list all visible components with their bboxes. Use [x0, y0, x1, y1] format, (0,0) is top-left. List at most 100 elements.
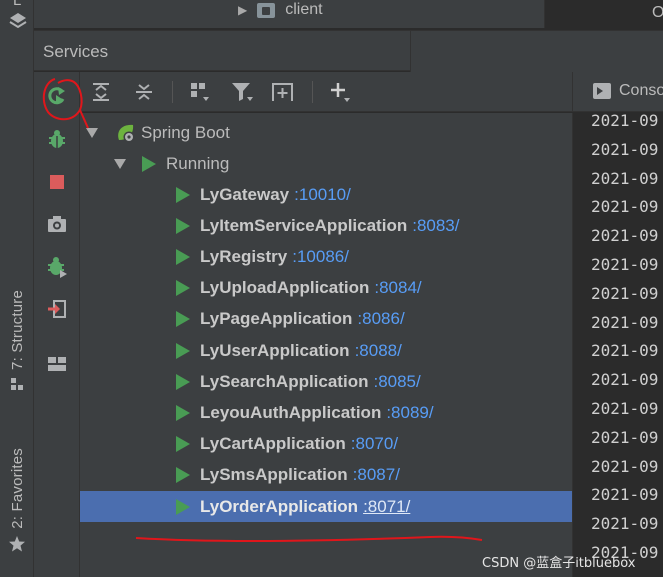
service-port-link[interactable]: :8087/	[353, 465, 400, 485]
services-tree: Spring Boot Running LyGateway:10010/LyIt…	[80, 113, 572, 577]
running-icon	[176, 217, 190, 234]
project-tool-tab[interactable]: L	[6, 0, 30, 34]
favorites-tab-label: 2: Favorites	[8, 448, 26, 529]
service-row[interactable]: LyRegistry:10086/	[80, 241, 572, 272]
console-line: 2021-09	[591, 139, 659, 159]
running-icon	[176, 311, 190, 328]
toolbar-separator	[312, 81, 313, 103]
toolbar-separator	[172, 81, 173, 103]
rerun-icon	[48, 87, 65, 105]
tab-console[interactable]: Conso	[593, 82, 663, 100]
running-icon	[176, 436, 190, 453]
console-line: 2021-09	[591, 283, 659, 303]
service-row[interactable]: LyUserApplication:8088/	[80, 335, 572, 366]
console-tab-label: Conso	[619, 82, 663, 99]
exit-button[interactable]	[43, 295, 71, 323]
service-row[interactable]: LySmsApplication:8087/	[80, 460, 572, 491]
expand-all-button[interactable]	[87, 78, 115, 106]
console-line: 2021-09	[591, 399, 659, 418]
editor-tab-partial[interactable]: O	[544, 0, 663, 28]
collapse-arrow-icon[interactable]	[86, 127, 98, 138]
running-icon	[176, 404, 190, 421]
service-name: LySearchApplication	[200, 371, 369, 391]
service-row[interactable]: LySearchApplication:8085/	[80, 366, 572, 397]
tree-node-running[interactable]: Running	[80, 148, 572, 179]
collapse-all-button[interactable]	[130, 78, 158, 106]
service-row[interactable]: LyItemServiceApplication:8083/	[80, 210, 572, 241]
running-icon	[176, 373, 190, 390]
service-port-link[interactable]: :8089/	[386, 403, 433, 423]
service-port-link[interactable]: :8088/	[355, 341, 402, 361]
structure-tool-tab[interactable]: 7: Structure	[0, 290, 34, 392]
group-by-icon	[191, 83, 209, 101]
console-line: 2021-09	[591, 226, 659, 246]
service-name: LySmsApplication	[200, 465, 348, 485]
service-row[interactable]: LyCartApplication:8070/	[80, 429, 572, 460]
services-header: Services	[34, 30, 663, 72]
stop-icon	[50, 175, 64, 189]
spring-boot-icon	[118, 124, 135, 142]
console-line: 2021-09	[591, 370, 659, 390]
service-port-link[interactable]: :8085/	[373, 372, 420, 392]
service-name: LyCartApplication	[200, 434, 346, 454]
service-row[interactable]: LyUploadApplication:8084/	[80, 273, 572, 304]
console-line: 2021-09	[591, 341, 659, 361]
thread-dump-button[interactable]	[43, 210, 71, 238]
layout-button[interactable]	[43, 350, 71, 378]
tree-node-spring-boot[interactable]: Spring Boot	[80, 117, 572, 148]
editor-tab-partial-label: O	[652, 4, 663, 21]
stop-button[interactable]	[43, 168, 71, 196]
service-port-link[interactable]: :8083/	[412, 216, 459, 236]
rerun-button[interactable]	[43, 82, 71, 110]
service-row[interactable]: LyPageApplication:8086/	[80, 304, 572, 335]
service-row[interactable]: LyOrderApplication:8071/	[80, 491, 572, 522]
new-group-button[interactable]	[269, 78, 297, 106]
star-icon	[9, 535, 25, 552]
console-line: 2021-09	[591, 485, 659, 505]
console-line: 2021-09	[591, 456, 659, 476]
filter-button[interactable]	[228, 78, 256, 106]
service-port-link[interactable]: :8086/	[357, 309, 404, 329]
expand-arrow-icon[interactable]: ▶	[238, 3, 247, 17]
debug-button[interactable]	[43, 125, 71, 153]
structure-tab-label: 7: Structure	[8, 290, 26, 370]
debug-attach-button[interactable]	[43, 253, 71, 281]
console-line: 2021-09	[591, 312, 659, 332]
console-output[interactable]: 2021-09 2021-09 2021-09 2021-09 2021-09 2021-…	[572, 111, 663, 577]
service-name: LyPageApplication	[200, 309, 353, 329]
service-port-link[interactable]: :8071/	[363, 497, 410, 517]
add-service-button[interactable]	[326, 78, 354, 106]
service-row[interactable]: LyGateway:10010/	[80, 179, 572, 210]
console-tabbar: Conso	[572, 72, 663, 112]
layout-icon	[48, 357, 66, 371]
console-line: 2021-09	[591, 168, 659, 188]
service-port-link[interactable]: :8084/	[374, 278, 421, 298]
expand-all-icon	[93, 83, 109, 101]
add-icon	[331, 83, 350, 102]
console-line: 2021-09	[591, 111, 659, 130]
tree-node-client[interactable]: ▶ client	[238, 0, 323, 20]
service-port-link[interactable]: :8070/	[351, 434, 398, 454]
service-name: LyUploadApplication	[200, 278, 370, 298]
services-title: Services	[43, 42, 109, 61]
service-port-link[interactable]: :10010/	[294, 185, 351, 205]
running-icon	[176, 467, 190, 484]
group-by-button[interactable]	[186, 78, 214, 106]
structure-icon	[11, 377, 23, 390]
collapse-arrow-icon[interactable]	[114, 158, 126, 169]
service-name: LyUserApplication	[200, 340, 350, 360]
services-action-toolbar	[34, 72, 80, 577]
services-header-right	[410, 31, 663, 72]
project-tab-partial-label: L	[13, 0, 22, 9]
favorites-tool-tab[interactable]: 2: Favorites	[0, 448, 34, 553]
console-icon	[593, 83, 611, 99]
exit-icon	[48, 300, 66, 318]
new-group-icon	[272, 83, 293, 101]
service-name: LeyouAuthApplication	[200, 402, 382, 422]
console-line: 2021-09	[591, 255, 659, 274]
console-line: 2021-09	[591, 427, 659, 447]
running-icon	[176, 248, 190, 265]
service-row[interactable]: LeyouAuthApplication:8089/	[80, 397, 572, 428]
service-port-link[interactable]: :10086/	[292, 247, 349, 267]
camera-icon	[48, 216, 66, 232]
